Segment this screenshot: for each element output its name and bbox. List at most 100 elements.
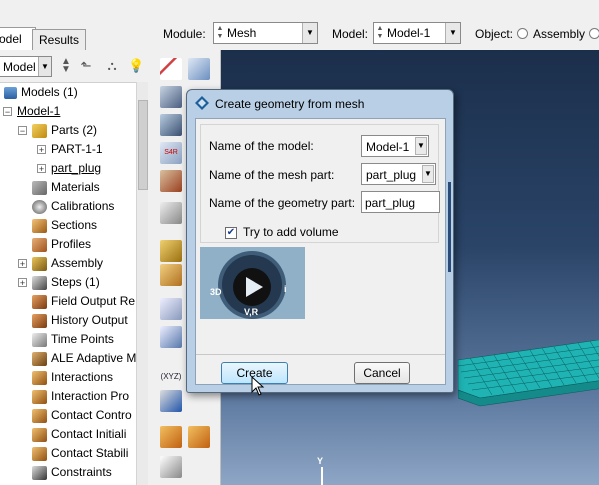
- sections-icon: [32, 218, 47, 233]
- tree-item-label: Calibrations: [51, 199, 115, 213]
- collapse-icon[interactable]: −: [18, 126, 27, 136]
- contact-stab-icon: [32, 446, 47, 461]
- tree-item-assembly[interactable]: Assembly: [32, 254, 103, 273]
- create-geometry-dialog: Create geometry from mesh Name of the mo…: [186, 89, 454, 393]
- expand-icon[interactable]: +: [18, 259, 27, 269]
- spin-icon: ▲ ▼: [376, 25, 384, 40]
- element-type-icon[interactable]: S4R: [160, 142, 182, 164]
- assign-mesh-icon[interactable]: [160, 170, 182, 192]
- geom-part-input[interactable]: part_plug: [361, 191, 440, 213]
- mesh-part-label: Name of the mesh part:: [209, 168, 335, 182]
- tree-item-label: Models (1): [21, 85, 78, 99]
- coordinate-system-icon[interactable]: (XYZ): [160, 366, 182, 388]
- tree-item-field-output[interactable]: Field Output Re: [32, 292, 135, 311]
- datum-axis-icon[interactable]: [160, 390, 182, 412]
- chevron-down-icon[interactable]: ▼: [302, 23, 317, 43]
- up-down-arrows-icon[interactable]: ▲ ▼: [58, 57, 74, 75]
- mouse-cursor-icon: [251, 376, 265, 396]
- model-select[interactable]: ▲ ▼ Model-1 ▼: [373, 22, 461, 44]
- chevron-down-icon[interactable]: ▼: [445, 23, 460, 43]
- radio-assembly[interactable]: [517, 28, 528, 39]
- edit-mesh-icon[interactable]: [160, 298, 182, 320]
- constraints-icon: [32, 465, 47, 480]
- abaqus-app-icon: [195, 96, 209, 110]
- folder-up-icon[interactable]: ⬑: [78, 58, 94, 74]
- dialog-body: Name of the model: Model-1 ▼ Name of the…: [195, 118, 446, 385]
- tree-item-interactions[interactable]: Interactions: [32, 368, 113, 387]
- assembly-icon: [32, 256, 47, 271]
- tree-item-label: Field Output Re: [51, 294, 136, 308]
- tree-toolbar: Model ▼ ▲ ▼ ⬑ ⛬ 💡: [0, 50, 148, 83]
- steps-icon: [32, 275, 47, 290]
- axis-y-label: Y: [317, 456, 324, 466]
- chevron-down-icon[interactable]: ▼: [38, 57, 51, 76]
- dialog-titlebar[interactable]: Create geometry from mesh: [187, 90, 453, 116]
- tree-item-part-plug[interactable]: part_plug: [51, 159, 101, 178]
- mesh-part-select[interactable]: part_plug ▼: [361, 163, 436, 185]
- object-label: Object:: [475, 27, 514, 41]
- tree-item-contact-init[interactable]: Contact Initiali: [32, 425, 126, 444]
- model-name-value: Model-1: [366, 140, 410, 154]
- expand-icon[interactable]: +: [37, 145, 46, 155]
- geom-part-label: Name of the geometry part:: [209, 196, 356, 210]
- interactions-icon: [32, 370, 47, 385]
- tree-item-steps[interactable]: Steps (1): [32, 273, 100, 292]
- cancel-button[interactable]: Cancel: [354, 362, 410, 384]
- virtual-topology-icon[interactable]: [160, 264, 182, 286]
- tree-item-models[interactable]: Models (1): [4, 83, 78, 102]
- tree-item-time-points[interactable]: Time Points: [32, 330, 114, 349]
- chevron-down-icon[interactable]: ▼: [422, 165, 434, 183]
- logo-i-text: i: [284, 284, 287, 294]
- expand-icon[interactable]: +: [37, 164, 46, 174]
- tree-filter-select[interactable]: Model ▼: [0, 56, 52, 77]
- tree-item-profiles[interactable]: Profiles: [32, 235, 91, 254]
- tree-filter-value: Model: [3, 60, 36, 74]
- mesh-region-icon[interactable]: [160, 114, 182, 136]
- tree-item-constraints[interactable]: Constraints: [32, 463, 112, 482]
- tree-item-interaction-props[interactable]: Interaction Pro: [32, 387, 129, 406]
- field-output-icon: [32, 294, 47, 309]
- replace-icon[interactable]: [160, 456, 182, 478]
- mesh-part-icon[interactable]: [160, 86, 182, 108]
- verify-mesh-icon[interactable]: [160, 202, 182, 224]
- seed-edge-icon[interactable]: [188, 58, 210, 80]
- materials-icon: [32, 180, 47, 195]
- model-name-select[interactable]: Model-1 ▼: [361, 135, 429, 157]
- partition-icon[interactable]: [160, 240, 182, 262]
- tree-item-label: Sections: [51, 218, 98, 232]
- tree-item-label: Assembly: [51, 256, 104, 270]
- tree-item-ale[interactable]: ALE Adaptive M: [32, 349, 136, 368]
- tree-item-contact-controls[interactable]: Contact Contro: [32, 406, 132, 425]
- lightbulb-icon[interactable]: 💡: [128, 58, 144, 74]
- tree-item-part-1-1[interactable]: PART-1-1: [51, 140, 103, 159]
- tree-item-parts[interactable]: Parts (2): [32, 121, 97, 140]
- try-add-volume-checkbox[interactable]: ✔: [225, 227, 237, 239]
- radio-part[interactable]: [589, 28, 599, 39]
- collapse-icon[interactable]: −: [3, 107, 12, 117]
- tree-filter-icon[interactable]: ⛬: [104, 58, 120, 74]
- mesh-part-value: part_plug: [366, 168, 417, 182]
- tree-item-label: Constraints: [51, 465, 112, 479]
- tab-results[interactable]: Results: [32, 29, 86, 50]
- tree-item-sections[interactable]: Sections: [32, 216, 97, 235]
- expand-icon[interactable]: +: [18, 278, 27, 288]
- module-select[interactable]: ▲ ▼ Mesh ▼: [213, 22, 318, 44]
- query-icon[interactable]: [160, 326, 182, 348]
- seed-part-icon[interactable]: [160, 58, 182, 80]
- tab-model[interactable]: odel: [0, 27, 36, 51]
- tree-item-label: Contact Stabili: [51, 446, 129, 460]
- tree-item-materials[interactable]: Materials: [32, 178, 100, 197]
- tree-item-contact-stab[interactable]: Contact Stabili: [32, 444, 128, 463]
- dialog-scroll-indicator: [448, 182, 451, 272]
- display-group-icon[interactable]: [188, 426, 210, 448]
- tree-item-label: Time Points: [51, 332, 114, 346]
- history-output-icon: [32, 313, 47, 328]
- dialog-title: Create geometry from mesh: [215, 97, 365, 111]
- chevron-down-icon[interactable]: ▼: [415, 137, 427, 155]
- tree-item-model-1[interactable]: Model-1: [17, 102, 60, 121]
- tree-item-history-output[interactable]: History Output: [32, 311, 128, 330]
- tree-scrollbar-thumb[interactable]: [138, 100, 148, 190]
- tools-icon[interactable]: [160, 426, 182, 448]
- spin-icon: ▲ ▼: [216, 25, 224, 40]
- tree-item-calibrations[interactable]: Calibrations: [32, 197, 114, 216]
